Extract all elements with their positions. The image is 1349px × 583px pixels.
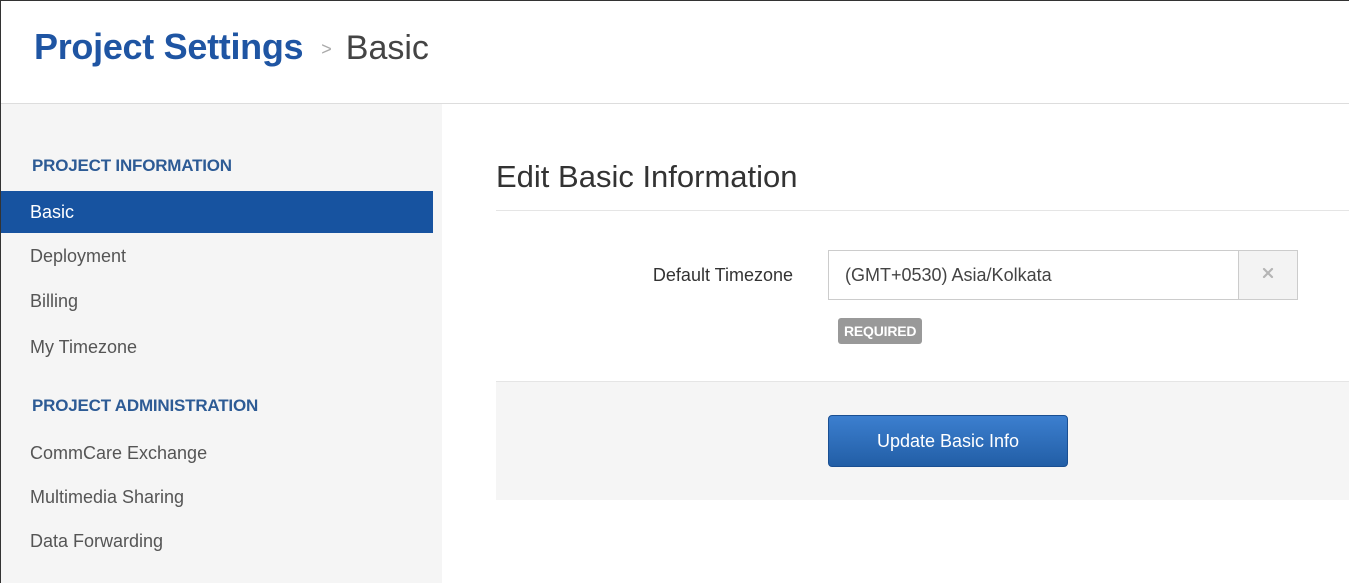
- sidebar: PROJECT INFORMATION Basic Deployment Bil…: [1, 104, 442, 583]
- breadcrumb-current-page: Basic: [345, 29, 429, 67]
- sidebar-item-commcare-exchange[interactable]: CommCare Exchange: [1, 432, 433, 474]
- timezone-label: Default Timezone: [652, 265, 793, 285]
- form-actions: Update Basic Info: [496, 381, 1349, 500]
- timezone-select[interactable]: (GMT+0530) Asia/Kolkata: [828, 250, 1298, 300]
- sidebar-item-my-timezone[interactable]: My Timezone: [1, 326, 433, 368]
- close-icon: [1262, 266, 1274, 284]
- sidebar-heading-project-administration: PROJECT ADMINISTRATION: [32, 396, 259, 415]
- page-title: Edit Basic Information: [496, 159, 798, 194]
- required-badge: REQUIRED: [838, 318, 923, 344]
- sidebar-item-basic[interactable]: Basic: [1, 191, 433, 233]
- breadcrumb-separator: >: [321, 39, 332, 59]
- breadcrumb: Project Settings > Basic: [34, 26, 429, 68]
- sidebar-item-multimedia-sharing[interactable]: Multimedia Sharing: [1, 476, 433, 518]
- sidebar-item-billing[interactable]: Billing: [1, 280, 433, 322]
- update-basic-info-button[interactable]: Update Basic Info: [828, 415, 1068, 467]
- sidebar-item-data-forwarding[interactable]: Data Forwarding: [1, 520, 433, 562]
- sidebar-item-deployment[interactable]: Deployment: [1, 235, 433, 277]
- sidebar-heading-project-information: PROJECT INFORMATION: [32, 156, 232, 175]
- timezone-clear-button[interactable]: [1238, 251, 1297, 299]
- breadcrumb-project-settings[interactable]: Project Settings: [34, 26, 304, 68]
- title-divider: [496, 210, 1349, 211]
- timezone-select-value[interactable]: (GMT+0530) Asia/Kolkata: [829, 251, 1238, 299]
